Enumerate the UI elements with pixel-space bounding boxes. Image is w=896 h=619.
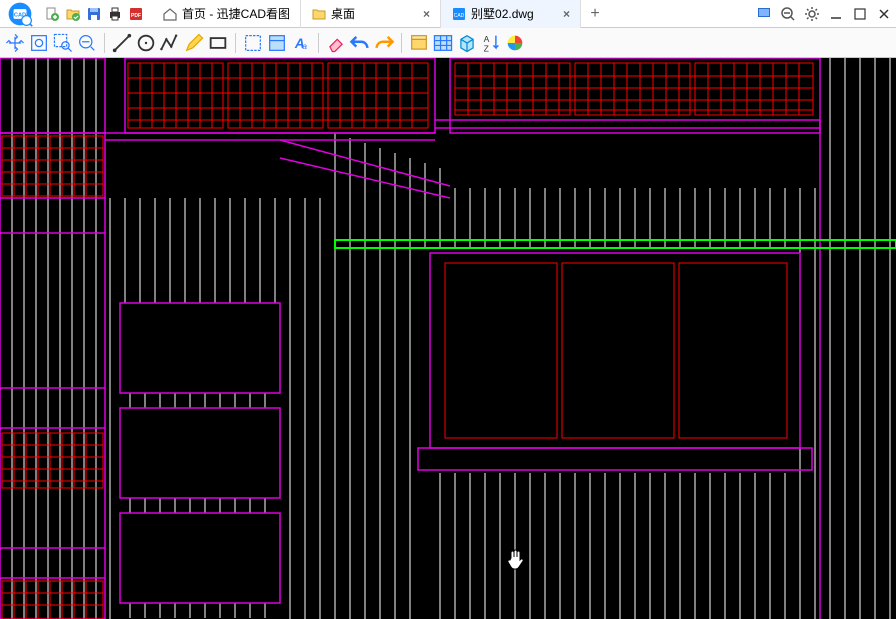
tab-bar: 首页 - 迅捷CAD看图 桌面 × CAD 别墅02.dwg × + bbox=[152, 0, 752, 28]
layer-tool-icon[interactable] bbox=[242, 32, 264, 54]
cad-file-icon: CAD bbox=[451, 6, 467, 22]
svg-text:Z: Z bbox=[484, 43, 489, 53]
cube-3d-icon[interactable] bbox=[456, 32, 478, 54]
drawing-canvas[interactable] bbox=[0, 58, 896, 619]
erase-tool-icon[interactable] bbox=[325, 32, 347, 54]
line-tool-icon[interactable] bbox=[111, 32, 133, 54]
color-wheel-icon[interactable] bbox=[504, 32, 526, 54]
tab-home[interactable]: 首页 - 迅捷CAD看图 bbox=[152, 0, 301, 28]
tab-desktop[interactable]: 桌面 × bbox=[301, 0, 441, 28]
pdf-icon[interactable]: PDF bbox=[126, 4, 146, 24]
tab-label: 首页 - 迅捷CAD看图 bbox=[182, 5, 290, 22]
table-tool-icon[interactable] bbox=[432, 32, 454, 54]
separator bbox=[104, 33, 105, 53]
title-bar: CAD PDF 首页 - 迅捷CAD看图 桌面 × CAD 别墅02.dwg ×… bbox=[0, 0, 896, 28]
tool-bar: Aa AZ bbox=[0, 28, 896, 58]
minimize-button[interactable] bbox=[824, 2, 848, 26]
undo-icon[interactable] bbox=[349, 32, 371, 54]
new-file-icon[interactable] bbox=[42, 4, 62, 24]
svg-text:a: a bbox=[302, 41, 307, 51]
redo-icon[interactable] bbox=[373, 32, 395, 54]
svg-text:A: A bbox=[484, 33, 490, 43]
block-tool-icon[interactable] bbox=[408, 32, 430, 54]
tab-close-icon[interactable]: × bbox=[415, 7, 430, 21]
print-icon[interactable] bbox=[105, 4, 125, 24]
properties-tool-icon[interactable] bbox=[266, 32, 288, 54]
tab-label: 桌面 bbox=[331, 5, 355, 22]
svg-text:PDF: PDF bbox=[131, 13, 141, 19]
folder-icon bbox=[311, 6, 327, 22]
maximize-button[interactable] bbox=[848, 2, 872, 26]
separator bbox=[318, 33, 319, 53]
sort-tool-icon[interactable]: AZ bbox=[480, 32, 502, 54]
polyline-tool-icon[interactable] bbox=[159, 32, 181, 54]
zoom-out-icon[interactable] bbox=[776, 2, 800, 26]
file-controls: PDF bbox=[40, 4, 148, 24]
separator bbox=[401, 33, 402, 53]
zoom-out-tool-icon[interactable] bbox=[76, 32, 98, 54]
zoom-extents-icon[interactable] bbox=[28, 32, 50, 54]
text-tool-icon[interactable]: Aa bbox=[290, 32, 312, 54]
close-button[interactable] bbox=[872, 2, 896, 26]
save-icon[interactable] bbox=[84, 4, 104, 24]
rect-tool-icon[interactable] bbox=[207, 32, 229, 54]
edit-tool-icon[interactable] bbox=[183, 32, 205, 54]
open-file-icon[interactable] bbox=[63, 4, 83, 24]
separator bbox=[235, 33, 236, 53]
new-tab-button[interactable]: + bbox=[581, 0, 609, 28]
pan-tool-icon[interactable] bbox=[4, 32, 26, 54]
tab-close-icon[interactable]: × bbox=[555, 7, 570, 21]
tab-label: 别墅02.dwg bbox=[471, 5, 534, 22]
zoom-window-icon[interactable] bbox=[52, 32, 74, 54]
fullscreen-icon[interactable] bbox=[752, 2, 776, 26]
svg-text:CAD: CAD bbox=[454, 13, 465, 19]
app-logo: CAD bbox=[0, 0, 40, 28]
settings-icon[interactable] bbox=[800, 2, 824, 26]
circle-tool-icon[interactable] bbox=[135, 32, 157, 54]
home-icon bbox=[162, 6, 178, 22]
tab-current-file[interactable]: CAD 别墅02.dwg × bbox=[441, 0, 581, 28]
window-controls bbox=[752, 2, 896, 26]
